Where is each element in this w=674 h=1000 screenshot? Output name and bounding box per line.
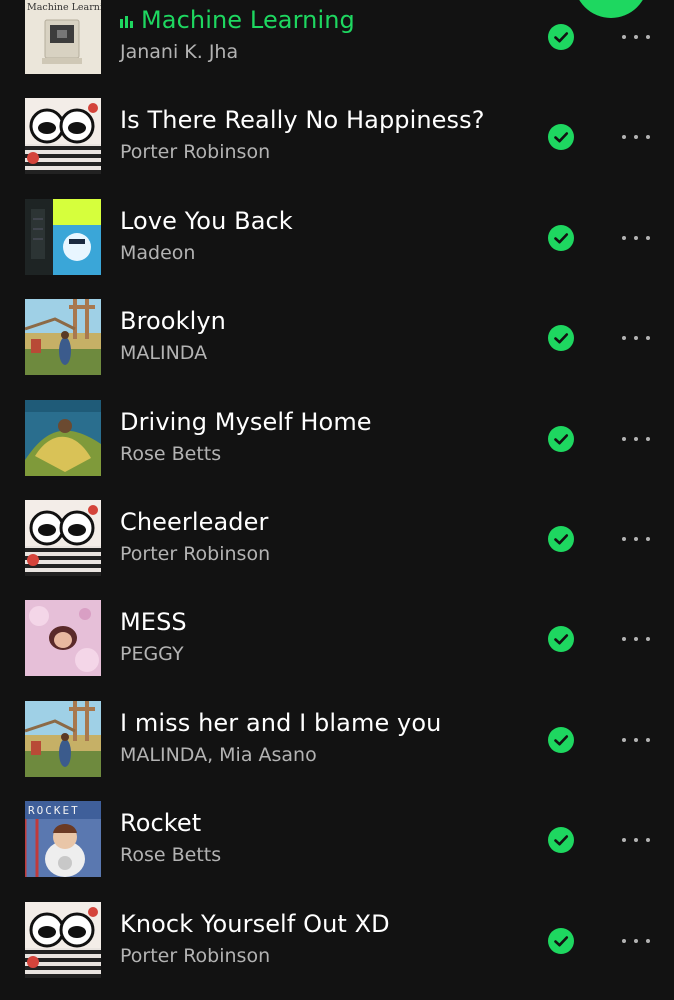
track-artist: Porter Robinson	[120, 542, 271, 565]
downloaded-check-icon	[548, 124, 574, 151]
album-art	[25, 399, 101, 476]
track-row[interactable]: Cheerleader Porter Robinson	[0, 499, 674, 600]
track-row[interactable]: I miss her and I blame you MALINDA, Mia …	[0, 700, 674, 801]
downloaded-check-icon	[548, 224, 574, 251]
more-options-icon[interactable]	[618, 328, 654, 348]
downloaded-check-icon	[548, 726, 574, 753]
track-row[interactable]: Is There Really No Happiness? Porter Rob…	[0, 98, 674, 198]
track-artist: Janani K. Jha	[120, 41, 239, 63]
more-options-icon[interactable]	[618, 931, 654, 951]
track-row[interactable]: ROCKET Rocket Rose Betts	[0, 801, 674, 901]
more-options-icon[interactable]	[618, 127, 654, 147]
downloaded-check-icon	[548, 325, 574, 352]
more-options-icon[interactable]	[618, 228, 654, 248]
album-art	[25, 901, 101, 978]
track-list: Machine Learning. Machine Learning Janan…	[0, 0, 674, 1000]
album-art-caption: ROCKET	[28, 804, 80, 817]
downloaded-check-icon	[548, 827, 574, 854]
more-options-icon[interactable]	[618, 529, 654, 549]
track-artist: Madeon	[120, 241, 196, 264]
track-row[interactable]: Brooklyn MALINDA	[0, 299, 674, 399]
track-title: Driving Myself Home	[120, 407, 372, 436]
album-art	[25, 98, 101, 175]
more-options-icon[interactable]	[618, 429, 654, 449]
more-options-icon[interactable]	[618, 629, 654, 649]
downloaded-check-icon	[548, 425, 574, 452]
downloaded-check-icon	[548, 24, 574, 50]
album-art	[25, 600, 101, 677]
more-options-icon[interactable]	[618, 27, 654, 47]
album-art: Machine Learning.	[25, 0, 101, 74]
more-options-icon[interactable]	[618, 830, 654, 850]
downloaded-check-icon	[548, 927, 574, 954]
track-artist: Rose Betts	[120, 442, 222, 465]
more-options-icon[interactable]	[618, 730, 654, 750]
track-title: Cheerleader	[120, 507, 269, 536]
downloaded-check-icon	[548, 525, 574, 552]
album-art	[25, 198, 101, 275]
track-row[interactable]: Machine Learning. Machine Learning Janan…	[0, 0, 674, 98]
track-artist: PEGGY	[120, 643, 184, 666]
track-artist: MALINDA	[120, 342, 208, 365]
album-art	[25, 299, 101, 376]
track-title: Is There Really No Happiness?	[120, 106, 485, 135]
downloaded-check-icon	[548, 626, 574, 653]
track-title: Rocket	[120, 809, 202, 838]
album-art: ROCKET	[25, 801, 101, 878]
track-title-text: Machine Learning	[141, 6, 355, 34]
track-title: MESS	[120, 608, 187, 637]
track-row[interactable]: Love You Back Madeon	[0, 198, 674, 299]
playlist-screen: Machine Learning. Machine Learning Janan…	[0, 0, 674, 1000]
album-art	[25, 499, 101, 576]
track-artist: MALINDA, Mia Asano	[120, 743, 317, 766]
album-art	[25, 700, 101, 777]
track-artist: Rose Betts	[120, 844, 222, 867]
track-row[interactable]: Knock Yourself Out XD Porter Robinson	[0, 901, 674, 1000]
track-title: Knock Yourself Out XD	[120, 909, 390, 938]
track-title: I miss her and I blame you	[120, 708, 442, 737]
track-title: Machine Learning	[120, 6, 355, 34]
album-art-caption: Machine Learning.	[27, 2, 101, 13]
now-playing-equalizer-icon	[120, 16, 133, 28]
track-artist: Porter Robinson	[120, 141, 271, 164]
track-row[interactable]: Driving Myself Home Rose Betts	[0, 399, 674, 500]
track-artist: Porter Robinson	[120, 944, 271, 967]
track-row[interactable]: MESS PEGGY	[0, 600, 674, 700]
track-title: Brooklyn	[120, 307, 226, 336]
track-title: Love You Back	[120, 206, 293, 235]
